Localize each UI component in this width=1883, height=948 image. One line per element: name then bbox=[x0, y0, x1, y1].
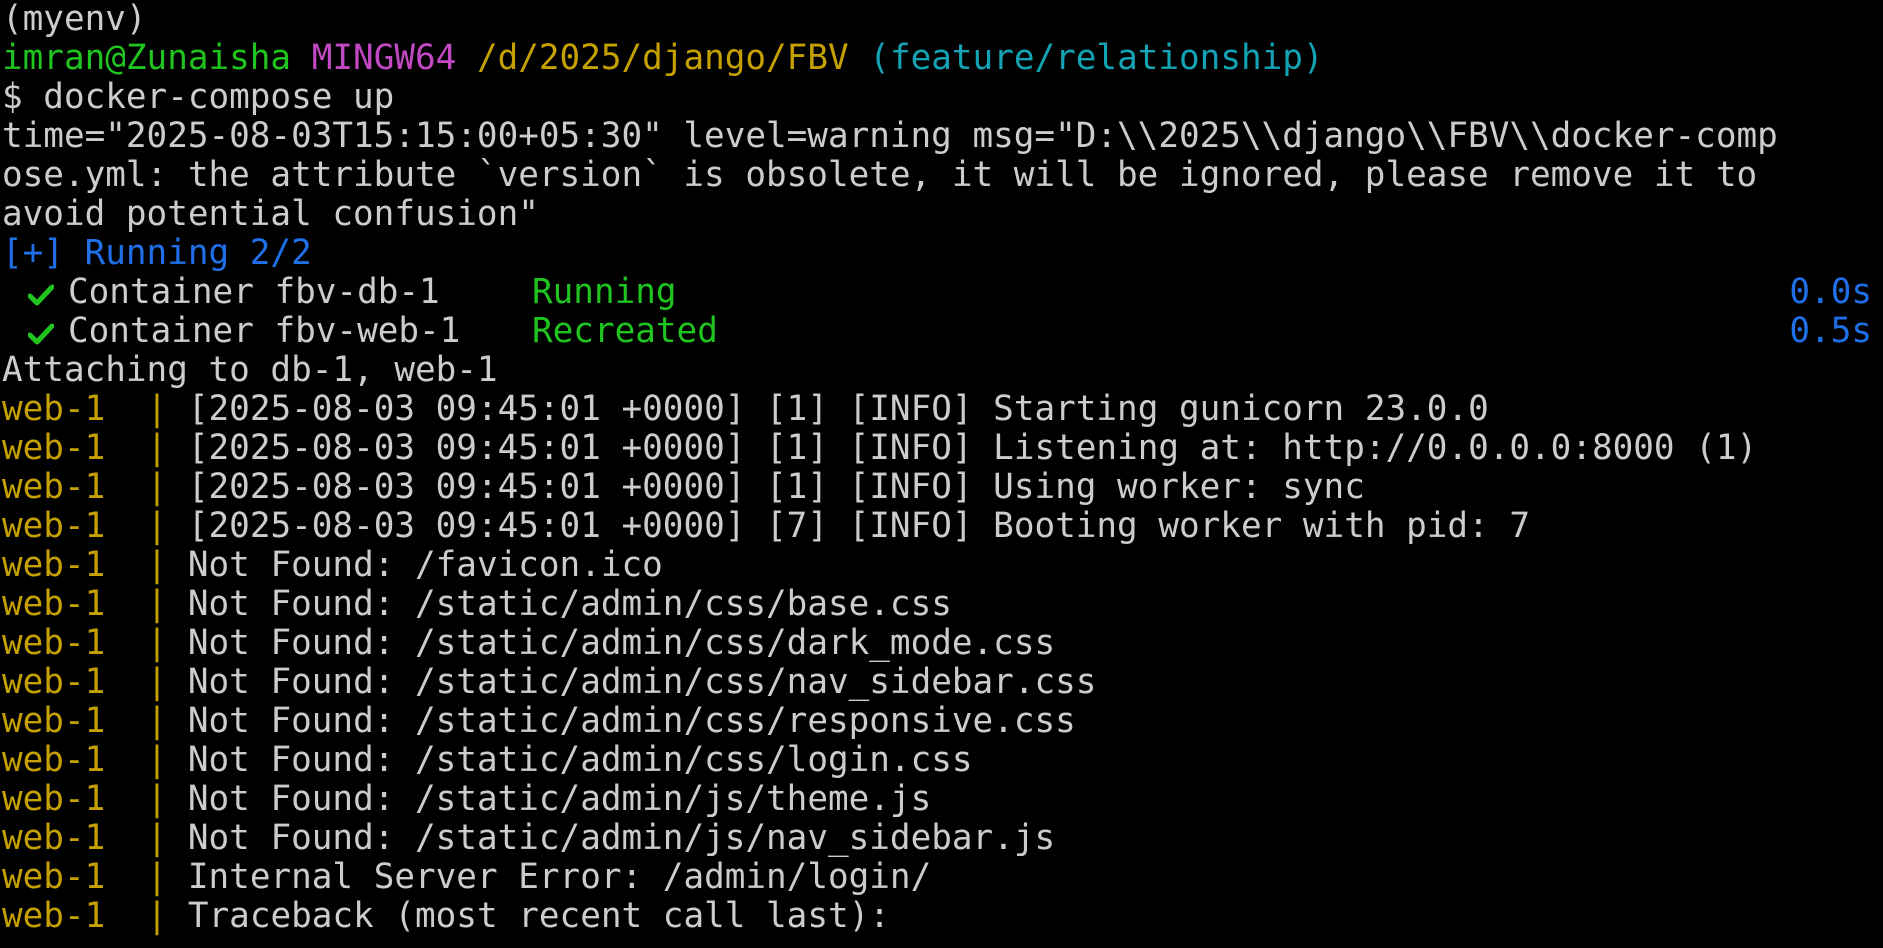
log-message: Not Found: /static/admin/js/theme.js bbox=[187, 780, 932, 819]
log-message: Not Found: /static/admin/css/login.css bbox=[187, 741, 973, 780]
log-line: web-1 | Internal Server Error: /admin/lo… bbox=[2, 858, 1883, 897]
log-message: [2025-08-03 09:45:01 +0000] [1] [INFO] L… bbox=[187, 429, 1758, 468]
command-line: $ docker-compose up bbox=[2, 78, 395, 117]
log-separator: | bbox=[146, 897, 168, 936]
log-separator: | bbox=[146, 819, 168, 858]
prompt-path: /d/2025/django/FBV bbox=[476, 39, 849, 78]
log-separator: | bbox=[146, 390, 168, 429]
log-line: web-1 | Traceback (most recent call last… bbox=[2, 897, 1883, 936]
log-message: Not Found: /static/admin/js/nav_sidebar.… bbox=[187, 819, 1056, 858]
shell-prompt: imran@Zunaisha MINGW64 /d/2025/django/FB… bbox=[2, 39, 1883, 78]
log-message: [2025-08-03 09:45:01 +0000] [7] [INFO] B… bbox=[187, 507, 1531, 546]
log-service-prefix: web-1 bbox=[2, 702, 106, 741]
log-message: Not Found: /favicon.ico bbox=[187, 546, 663, 585]
log-separator: | bbox=[146, 624, 168, 663]
log-message: Traceback (most recent call last): bbox=[187, 897, 890, 936]
log-separator: | bbox=[146, 546, 168, 585]
log-message: Internal Server Error: /admin/login/ bbox=[187, 858, 932, 897]
log-line: web-1 | Not Found: /static/admin/css/log… bbox=[2, 741, 1883, 780]
container-time: 0.0s bbox=[1789, 272, 1872, 312]
log-message: Not Found: /static/admin/css/base.css bbox=[187, 585, 952, 624]
log-service-prefix: web-1 bbox=[2, 858, 106, 897]
log-output: web-1 | [2025-08-03 09:45:01 +0000] [1] … bbox=[2, 390, 1883, 936]
log-line: web-1 | Not Found: /static/admin/js/nav_… bbox=[2, 819, 1883, 858]
log-line: web-1 | Not Found: /favicon.ico bbox=[2, 546, 1883, 585]
log-message: [2025-08-03 09:45:01 +0000] [1] [INFO] S… bbox=[187, 390, 1489, 429]
log-message: Not Found: /static/admin/css/nav_sidebar… bbox=[187, 663, 1097, 702]
log-line: web-1 | [2025-08-03 09:45:01 +0000] [1] … bbox=[2, 429, 1883, 468]
terminal-window[interactable]: (myenv) imran@Zunaisha MINGW64 /d/2025/d… bbox=[0, 0, 1883, 948]
log-separator: | bbox=[146, 663, 168, 702]
warning-line: avoid potential confusion" bbox=[2, 195, 539, 234]
log-service-prefix: web-1 bbox=[2, 819, 106, 858]
log-line: web-1 | [2025-08-03 09:45:01 +0000] [1] … bbox=[2, 390, 1883, 429]
prompt-branch: (feature/relationship) bbox=[869, 39, 1324, 78]
log-separator: | bbox=[146, 585, 168, 624]
log-separator: | bbox=[146, 702, 168, 741]
prompt-system: MINGW64 bbox=[311, 39, 457, 78]
container-name: Container fbv-db-1 bbox=[68, 272, 440, 312]
log-service-prefix: web-1 bbox=[2, 507, 106, 546]
log-line: web-1 | Not Found: /static/admin/js/them… bbox=[2, 780, 1883, 819]
warning-line: ose.yml: the attribute `version` is obso… bbox=[2, 156, 1758, 195]
venv-indicator: (myenv) bbox=[2, 0, 147, 39]
log-separator: | bbox=[146, 468, 168, 507]
running-status: [+] Running 2/2 bbox=[2, 234, 312, 273]
log-service-prefix: web-1 bbox=[2, 468, 106, 507]
log-service-prefix: web-1 bbox=[2, 663, 106, 702]
log-service-prefix: web-1 bbox=[2, 780, 106, 819]
container-time: 0.5s bbox=[1789, 311, 1872, 351]
log-service-prefix: web-1 bbox=[2, 429, 106, 468]
log-separator: | bbox=[146, 858, 168, 897]
log-message: [2025-08-03 09:45:01 +0000] [1] [INFO] U… bbox=[187, 468, 1365, 507]
container-row-db: Container fbv-db-1 Running 0.0s bbox=[2, 273, 1872, 312]
log-service-prefix: web-1 bbox=[2, 585, 106, 624]
log-separator: | bbox=[146, 507, 168, 546]
log-message: Not Found: /static/admin/css/dark_mode.c… bbox=[187, 624, 1056, 663]
warning-line: time="2025-08-03T15:15:00+05:30" level=w… bbox=[2, 117, 1778, 156]
log-separator: | bbox=[146, 429, 168, 468]
checkmark-icon bbox=[28, 273, 56, 312]
log-service-prefix: web-1 bbox=[2, 624, 106, 663]
log-separator: | bbox=[146, 780, 168, 819]
log-service-prefix: web-1 bbox=[2, 546, 106, 585]
container-status: Running bbox=[532, 272, 677, 312]
log-line: web-1 | Not Found: /static/admin/css/dar… bbox=[2, 624, 1883, 663]
log-separator: | bbox=[146, 741, 168, 780]
log-service-prefix: web-1 bbox=[2, 741, 106, 780]
log-line: web-1 | Not Found: /static/admin/css/bas… bbox=[2, 585, 1883, 624]
container-row-web: Container fbv-web-1 Recreated 0.5s bbox=[2, 312, 1872, 351]
container-status: Recreated bbox=[532, 311, 718, 351]
log-service-prefix: web-1 bbox=[2, 897, 106, 936]
checkmark-icon bbox=[28, 312, 56, 351]
log-line: web-1 | Not Found: /static/admin/css/nav… bbox=[2, 663, 1883, 702]
attaching-line: Attaching to db-1, web-1 bbox=[2, 351, 498, 390]
prompt-user-host: imran@Zunaisha bbox=[2, 39, 292, 78]
log-line: web-1 | [2025-08-03 09:45:01 +0000] [1] … bbox=[2, 468, 1883, 507]
log-line: web-1 | Not Found: /static/admin/css/res… bbox=[2, 702, 1883, 741]
log-message: Not Found: /static/admin/css/responsive.… bbox=[187, 702, 1076, 741]
log-line: web-1 | [2025-08-03 09:45:01 +0000] [7] … bbox=[2, 507, 1883, 546]
